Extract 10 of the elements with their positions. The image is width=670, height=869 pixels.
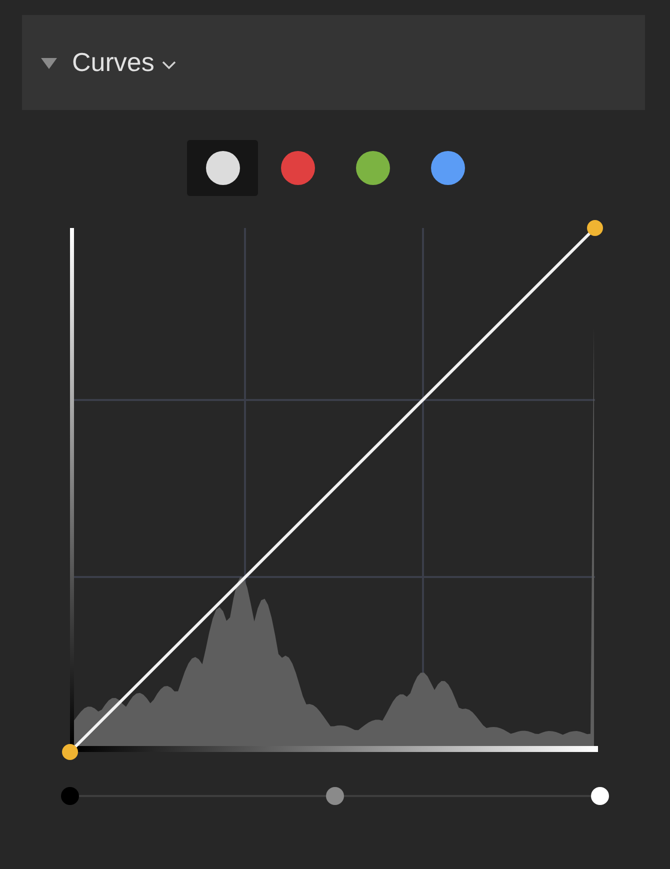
- disclosure-triangle-icon[interactable]: [40, 56, 58, 70]
- panel-header[interactable]: Curves: [22, 15, 645, 110]
- levels-handle[interactable]: [326, 787, 344, 805]
- curve-point[interactable]: [587, 220, 603, 236]
- levels-handle[interactable]: [591, 787, 609, 805]
- levels-handle[interactable]: [61, 787, 79, 805]
- panel-title: Curves: [72, 47, 154, 78]
- chevron-down-icon[interactable]: [162, 60, 176, 70]
- channel-selector[interactable]: [187, 140, 258, 196]
- curve-point[interactable]: [62, 744, 78, 760]
